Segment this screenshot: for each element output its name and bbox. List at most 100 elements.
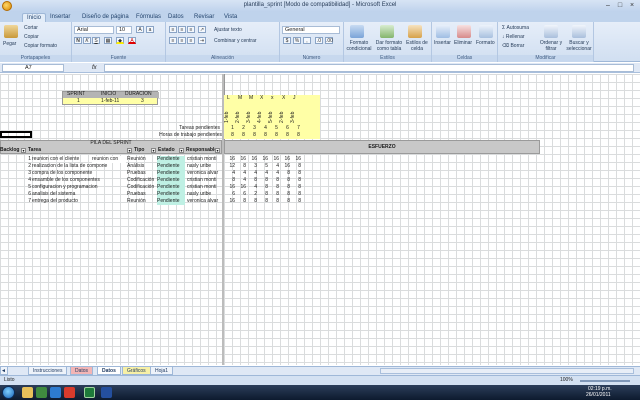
effort-cell[interactable]: 12: [226, 163, 235, 170]
effort-cell[interactable]: 16: [226, 184, 235, 191]
row-task[interactable]: realizacion de la lista de compone: [32, 163, 132, 170]
row-task[interactable]: configuracion y programacion: [32, 184, 132, 191]
row-status[interactable]: Pendiente: [157, 191, 185, 198]
row-type[interactable]: Reunión: [127, 156, 155, 163]
cell-styles-icon[interactable]: [408, 25, 422, 38]
worksheet[interactable]: SPRINT INICIO DURACIÓN 1 1-feb-11 3 LMMX…: [0, 74, 640, 365]
format-cells-button[interactable]: Formato: [476, 40, 495, 46]
row-type[interactable]: Pruebas: [127, 170, 155, 177]
percent-icon[interactable]: %: [293, 37, 301, 44]
sheet-tab-hoja1[interactable]: Hoja1: [150, 367, 174, 375]
conditional-format-icon[interactable]: [350, 25, 364, 38]
row-type[interactable]: Análisis: [127, 163, 155, 170]
underline-icon[interactable]: S: [92, 37, 100, 44]
clear-button[interactable]: ⌫ Borrar: [502, 43, 524, 49]
effort-cell[interactable]: 16: [237, 184, 246, 191]
horizontal-scrollbar[interactable]: [380, 368, 634, 374]
app-icon[interactable]: [64, 387, 75, 398]
number-format-select[interactable]: General: [282, 26, 340, 34]
effort-cell[interactable]: 8: [292, 184, 301, 191]
font-size-select[interactable]: 10: [116, 26, 132, 34]
filter-dropdown-icon[interactable]: ▾: [179, 148, 184, 153]
pending-hours-count[interactable]: 8: [294, 132, 303, 139]
row-status[interactable]: Pendiente: [157, 198, 185, 205]
row-type[interactable]: Codificación: [127, 184, 155, 191]
filter-dropdown-icon[interactable]: ▾: [151, 148, 156, 153]
find-select-icon[interactable]: [572, 25, 586, 38]
tab-datos[interactable]: Datos: [164, 13, 188, 22]
pending-hours-count[interactable]: 8: [283, 132, 292, 139]
font-color-icon[interactable]: A: [128, 37, 136, 44]
pending-task-count[interactable]: 5: [272, 125, 281, 132]
row-status[interactable]: Pendiente: [157, 163, 185, 170]
align-bottom-icon[interactable]: ≡: [187, 26, 195, 33]
row-status[interactable]: Pendiente: [157, 170, 185, 177]
effort-cell[interactable]: 4: [237, 177, 246, 184]
row-status[interactable]: Pendiente: [157, 184, 185, 191]
effort-cell[interactable]: 8: [292, 198, 301, 205]
effort-cell[interactable]: 6: [237, 191, 246, 198]
row-backlog[interactable]: 4: [0, 177, 31, 184]
effort-cell[interactable]: 8: [270, 184, 279, 191]
effort-cell[interactable]: 5: [259, 163, 268, 170]
pending-task-count[interactable]: 1: [228, 125, 237, 132]
delete-cells-button[interactable]: Eliminar: [454, 40, 472, 46]
effort-cell[interactable]: 8: [248, 177, 257, 184]
row-type[interactable]: Codificación: [127, 177, 155, 184]
effort-cell[interactable]: 16: [248, 156, 257, 163]
format-cells-icon[interactable]: [479, 25, 493, 38]
effort-cell[interactable]: 16: [270, 156, 279, 163]
sort-filter-button[interactable]: Ordenar y filtrar: [538, 40, 564, 52]
effort-cell[interactable]: 2: [248, 191, 257, 198]
row-status[interactable]: Pendiente: [157, 177, 185, 184]
cell-styles-button[interactable]: Estilos de celda: [404, 40, 430, 52]
effort-cell[interactable]: 8: [259, 177, 268, 184]
pending-hours-count[interactable]: 8: [239, 132, 248, 139]
insert-cells-icon[interactable]: [436, 25, 450, 38]
wrap-text-button[interactable]: Ajustar texto: [214, 27, 242, 33]
effort-cell[interactable]: 8: [259, 191, 268, 198]
align-left-icon[interactable]: ≡: [169, 37, 177, 44]
row-owner[interactable]: nasly uribe: [187, 163, 223, 170]
effort-cell[interactable]: 8: [270, 177, 279, 184]
row-type[interactable]: Pruebas: [127, 191, 155, 198]
tab-diseno[interactable]: Diseño de página: [78, 13, 133, 22]
effort-cell[interactable]: 8: [281, 198, 290, 205]
paste-button[interactable]: Pegar: [3, 41, 16, 47]
effort-cell[interactable]: 8: [248, 198, 257, 205]
pending-task-count[interactable]: 2: [239, 125, 248, 132]
row-backlog[interactable]: 1: [0, 156, 31, 163]
indent-icon[interactable]: ⇥: [198, 37, 206, 44]
pending-hours-count[interactable]: 8: [272, 132, 281, 139]
fill-color-icon[interactable]: ◆: [116, 37, 124, 44]
zoom-level[interactable]: 100%: [560, 377, 573, 384]
effort-cell[interactable]: 4: [237, 170, 246, 177]
column-header[interactable]: Tarea: [28, 147, 132, 154]
row-owner[interactable]: veronica alvar: [187, 198, 223, 205]
effort-cell[interactable]: 8: [259, 198, 268, 205]
name-box[interactable]: A7: [2, 64, 64, 72]
filter-dropdown-icon[interactable]: ▾: [215, 148, 220, 153]
effort-cell[interactable]: 8: [281, 177, 290, 184]
effort-cell[interactable]: 8: [281, 184, 290, 191]
pending-hours-count[interactable]: 8: [250, 132, 259, 139]
sheet-tab-datos-1[interactable]: Datos: [70, 367, 94, 375]
row-owner[interactable]: cristian monti: [187, 156, 223, 163]
sprint-value[interactable]: 1: [77, 98, 80, 105]
close-icon[interactable]: ×: [626, 1, 638, 10]
explorer-icon[interactable]: [22, 387, 33, 398]
cut-button[interactable]: Cortar: [24, 25, 38, 31]
pending-hours-count[interactable]: 8: [261, 132, 270, 139]
formula-input[interactable]: [104, 64, 634, 72]
effort-cell[interactable]: 8: [270, 191, 279, 198]
borders-icon[interactable]: ▦: [104, 37, 112, 44]
row-backlog[interactable]: 5: [0, 184, 31, 191]
effort-cell[interactable]: 8: [292, 163, 301, 170]
font-name-select[interactable]: Arial: [74, 26, 114, 34]
thousands-icon[interactable]: ,: [303, 37, 311, 44]
word-task-icon[interactable]: [101, 387, 112, 398]
paste-icon[interactable]: [4, 25, 18, 38]
tab-revisar[interactable]: Revisar: [190, 13, 218, 22]
row-owner[interactable]: cristian monti: [187, 184, 223, 191]
effort-cell[interactable]: 4: [259, 170, 268, 177]
